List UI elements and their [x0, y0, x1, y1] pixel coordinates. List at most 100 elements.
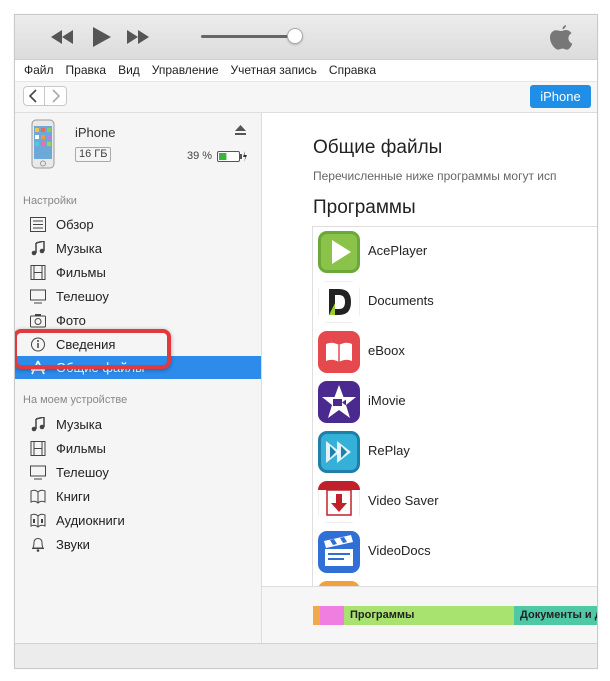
- storage-segment-photos: [320, 606, 344, 625]
- tv-icon: [30, 465, 46, 480]
- storage-segment-other: [313, 606, 320, 625]
- music-note-icon: [31, 417, 45, 432]
- sidebar-item-label: Звуки: [56, 537, 90, 552]
- tv-icon: [30, 289, 46, 304]
- sidebar-item-label: Музыка: [56, 417, 102, 432]
- storage-segment-apps: Программы: [344, 606, 514, 625]
- main-content: Общие файлы Перечисленные ниже программы…: [262, 113, 597, 643]
- apps-section-title: Программы: [313, 197, 416, 218]
- menu-account[interactable]: Учетная запись: [227, 60, 321, 81]
- sidebar-item-device-books[interactable]: Книги: [15, 485, 261, 508]
- settings-section-label: Настройки: [23, 195, 77, 207]
- volume-slider-track[interactable]: [201, 35, 297, 38]
- storage-segment-documents: Документы и д: [514, 606, 597, 625]
- bell-icon: [32, 537, 44, 552]
- storage-footer: Программы Документы и д: [262, 586, 597, 643]
- sidebar-item-movies[interactable]: Фильмы: [15, 261, 261, 284]
- sidebar: iPhone 16 ГБ 39 % Настройки Обзор Музыка…: [15, 113, 262, 643]
- list-icon: [30, 217, 46, 232]
- page-description: Перечисленные ниже программы могут исп: [313, 169, 557, 183]
- sidebar-item-label: Аудиокниги: [56, 513, 125, 528]
- play-icon[interactable]: [90, 25, 112, 49]
- sidebar-item-label: Фильмы: [56, 265, 106, 280]
- device-capacity-badge: 16 ГБ: [75, 147, 112, 162]
- chevron-right-icon: [52, 89, 61, 103]
- app-name: VideoDocs: [368, 543, 431, 558]
- sidebar-item-device-music[interactable]: Музыка: [15, 413, 261, 436]
- volume-slider-knob[interactable]: [287, 28, 303, 44]
- book-icon: [318, 331, 360, 373]
- fast-forward-icon[interactable]: [125, 25, 151, 49]
- navigation-bar: iPhone: [15, 82, 597, 113]
- storage-usage-bar: Программы Документы и д: [313, 606, 597, 625]
- sidebar-item-label: Обзор: [56, 217, 94, 232]
- apple-logo-icon: [550, 25, 573, 50]
- player-toolbar: [15, 15, 597, 60]
- sidebar-item-photos[interactable]: Фото: [15, 309, 261, 332]
- sidebar-item-device-tones[interactable]: Звуки: [15, 533, 261, 556]
- camera-icon: [30, 314, 46, 328]
- rewind-icon[interactable]: [49, 25, 75, 49]
- replay-icon: [318, 431, 360, 473]
- audiobook-icon: [30, 513, 46, 528]
- book-icon: [30, 489, 46, 504]
- apps-list: AcePlayer Documents eBoox iMovie RePlay …: [312, 226, 597, 587]
- page-title: Общие файлы: [313, 137, 443, 158]
- forward-button[interactable]: [45, 86, 67, 106]
- sidebar-item-tv-shows[interactable]: Телешоу: [15, 285, 261, 308]
- sidebar-item-label: Телешоу: [56, 289, 109, 304]
- app-name: eBoox: [368, 343, 405, 358]
- sidebar-item-label: Книги: [56, 489, 91, 504]
- eject-icon[interactable]: [235, 125, 246, 136]
- battery-percentage: 39 %: [187, 150, 213, 162]
- play-icon: [318, 231, 360, 273]
- sidebar-item-label: Общие файлы: [56, 360, 145, 375]
- sidebar-item-label: Музыка: [56, 241, 102, 256]
- sidebar-item-label: Фильмы: [56, 441, 106, 456]
- sidebar-item-device-tv-shows[interactable]: Телешоу: [15, 461, 261, 484]
- sidebar-item-label: Фото: [56, 313, 86, 328]
- list-item[interactable]: AcePlayer: [313, 227, 597, 277]
- app-name: iMovie: [368, 393, 406, 408]
- menu-controls[interactable]: Управление: [148, 60, 223, 81]
- sidebar-item-summary[interactable]: Обзор: [15, 213, 261, 236]
- back-button[interactable]: [23, 86, 45, 106]
- menu-edit[interactable]: Правка: [62, 60, 111, 81]
- chevron-left-icon: [28, 89, 37, 103]
- film-icon: [30, 441, 46, 456]
- list-item[interactable]: iMovie: [313, 377, 597, 427]
- app-name: Video Saver: [368, 493, 439, 508]
- itunes-window: Файл Правка Вид Управление Учетная запись Спр…: [14, 14, 598, 669]
- menu-help[interactable]: Справка: [325, 60, 380, 81]
- download-arrow-icon: [318, 481, 360, 523]
- battery-charging-icon: [217, 151, 247, 162]
- status-bar: [15, 643, 597, 668]
- app-name: RePlay: [368, 443, 410, 458]
- list-item[interactable]: RePlay: [313, 427, 597, 477]
- sidebar-item-info[interactable]: Сведения: [15, 333, 261, 356]
- clapperboard-icon: [318, 531, 360, 573]
- menu-view[interactable]: Вид: [114, 60, 144, 81]
- sidebar-item-music[interactable]: Музыка: [15, 237, 261, 260]
- info-icon: [31, 337, 45, 352]
- sidebar-item-label: Сведения: [56, 337, 116, 352]
- app-store-icon: [31, 360, 45, 375]
- film-icon: [30, 265, 46, 280]
- menu-file[interactable]: Файл: [20, 60, 58, 81]
- list-item[interactable]: eBoox: [313, 327, 597, 377]
- documents-d-icon: [318, 281, 360, 323]
- list-item[interactable]: Video Saver: [313, 477, 597, 527]
- device-name: iPhone: [75, 125, 116, 140]
- app-name: AcePlayer: [368, 243, 428, 258]
- star-camera-icon: [318, 381, 360, 423]
- sidebar-item-device-movies[interactable]: Фильмы: [15, 437, 261, 460]
- sidebar-item-label: Телешоу: [56, 465, 109, 480]
- music-note-icon: [31, 241, 45, 256]
- sidebar-item-file-sharing[interactable]: Общие файлы: [15, 356, 261, 379]
- app-name: Documents: [368, 293, 434, 308]
- iphone-device-button[interactable]: iPhone: [530, 85, 591, 108]
- sidebar-item-device-audiobooks[interactable]: Аудиокниги: [15, 509, 261, 532]
- list-item[interactable]: Documents: [313, 277, 597, 327]
- on-my-device-section-label: На моем устройстве: [23, 394, 128, 406]
- list-item[interactable]: VideoDocs: [313, 527, 597, 577]
